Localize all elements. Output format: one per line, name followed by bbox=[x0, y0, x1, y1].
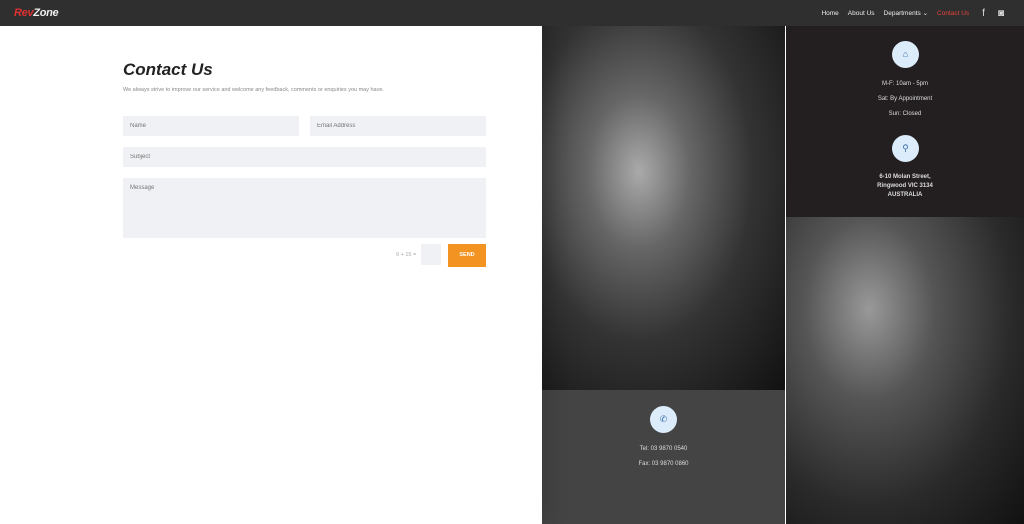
address-line: AUSTRALIA bbox=[887, 192, 923, 198]
hours-weekday: M-F: 10am - 5pm bbox=[881, 81, 928, 87]
hours-address-panel: ⌂ M-F: 10am - 5pm Sat: By Appointment Su… bbox=[786, 26, 1024, 217]
contact-panel: Contact Us We always strive to improve o… bbox=[0, 26, 542, 524]
captcha-question: 9 + 15 = bbox=[396, 252, 417, 258]
address-line: 6-10 Molan Street, bbox=[879, 174, 931, 180]
page-title: Contact Us bbox=[123, 60, 213, 79]
home-icon: ⌂ bbox=[892, 41, 919, 68]
name-input[interactable] bbox=[123, 116, 299, 136]
engine-image bbox=[542, 26, 785, 390]
hours-sunday: Sun: Closed bbox=[888, 111, 922, 117]
instagram-icon[interactable]: ◙ bbox=[998, 8, 1004, 19]
phone-icon: ✆ bbox=[650, 406, 677, 433]
phone-panel: ✆ Tel: 03 9870 0540 Fax: 03 9870 0860 bbox=[542, 390, 785, 524]
captcha-input[interactable] bbox=[421, 244, 441, 265]
page-subtitle: We always strive to improve our service … bbox=[123, 87, 384, 93]
nav-contact-us[interactable]: Contact Us bbox=[937, 10, 969, 17]
message-textarea[interactable] bbox=[123, 178, 486, 238]
nav-about-us[interactable]: About Us bbox=[848, 10, 875, 17]
telephone: Tel: 03 9870 0540 bbox=[639, 446, 688, 452]
fax: Fax: 03 9870 0860 bbox=[638, 461, 689, 467]
nav-home[interactable]: Home bbox=[821, 10, 838, 17]
facebook-icon[interactable]: f bbox=[982, 8, 985, 19]
hours-saturday: Sat: By Appointment bbox=[877, 96, 933, 102]
address-line: Ringwood VIC 3134 bbox=[877, 183, 933, 189]
map-pin-icon: ⚲ bbox=[892, 135, 919, 162]
engine-image-2 bbox=[786, 217, 1024, 524]
subject-input[interactable] bbox=[123, 147, 486, 167]
nav-departments[interactable]: Departments ⌄ bbox=[884, 9, 928, 17]
email-input[interactable] bbox=[310, 116, 486, 136]
logo[interactable]: RevZone bbox=[14, 7, 59, 19]
send-button[interactable]: SEND bbox=[448, 244, 486, 267]
site-header: RevZone Home About Us Departments ⌄ Cont… bbox=[0, 0, 1024, 26]
main-nav: Home About Us Departments ⌄ Contact Us f… bbox=[821, 0, 1004, 26]
